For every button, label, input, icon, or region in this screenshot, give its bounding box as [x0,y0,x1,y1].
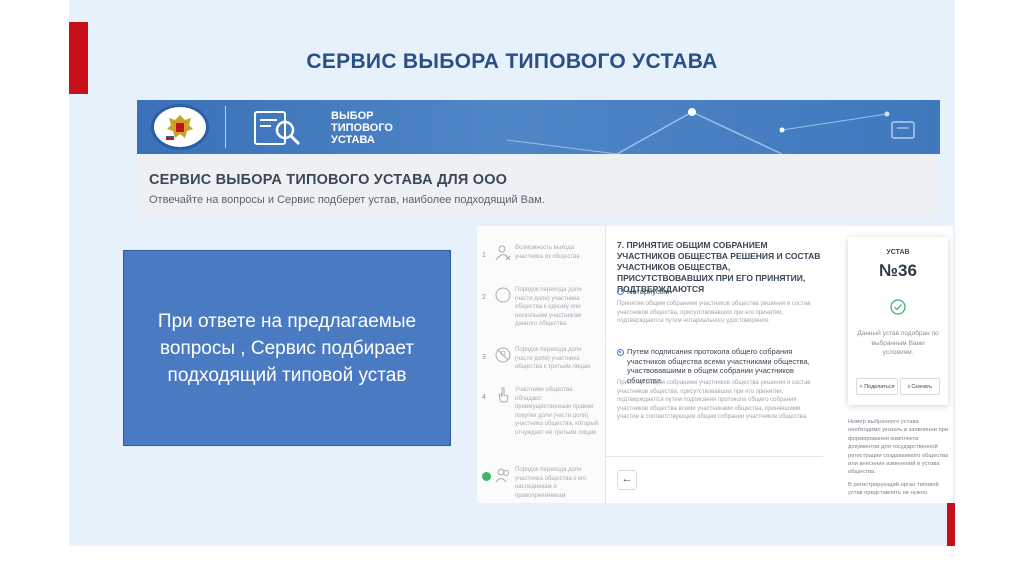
side-note-p1: Номер выбранного устава необходимо указа… [848,419,949,476]
share-button[interactable]: < Поделиться [856,378,898,395]
back-button[interactable]: ← [617,470,637,490]
download-label: Скачать [911,384,933,390]
fns-emblem-logo [151,104,209,150]
step-label: Возможность выхода участника из общества [515,245,580,260]
callout-box: При ответе на предлагаемые вопросы , Сер… [123,250,451,446]
page-subheading: Отвечайте на вопросы и Сервис подберет у… [149,194,545,206]
download-button[interactable]: ⭳ Скачать [900,378,940,395]
step-number: 2 [482,294,486,301]
page-heading: СЕРВИС ВЫБОРА ТИПОВОГО УСТАВА ДЛЯ ООО [149,172,508,188]
step-label: Порядок перехода доли (части доли) участ… [515,347,591,370]
side-note: Номер выбранного устава необходимо указа… [848,418,950,498]
callout-text: При ответе на предлагаемые вопросы , Сер… [157,310,417,386]
step-number: 4 [482,394,486,401]
share-label: Поделиться [864,384,895,390]
side-note-p2: В регистрирующий орган типовой устав пре… [848,481,939,497]
site-banner: ВЫБОР ТИПОВОГО УСТАВА [137,100,940,154]
person-x-icon [495,245,511,261]
slide-title: СЕРВИС ВЫБОРА ТИПОВОГО УСТАВА [306,50,718,73]
option-radio-notary[interactable] [617,288,624,295]
step-number: 3 [482,354,486,361]
circle-icon [495,287,511,303]
person-no-icon [495,347,511,363]
banner-divider [225,106,226,148]
banner-service-name: ВЫБОР ТИПОВОГО УСТАВА [331,110,393,146]
check-circle-icon [890,299,906,315]
questionnaire-screenshot: 1 Возможность выхода участника из общест… [477,226,953,503]
step-label: Участники общества обладают преимуществе… [515,387,599,436]
people-icon [495,468,509,483]
result-number: №36 [879,261,917,280]
option-description: Принятие общим собранием участников обще… [617,301,811,324]
step-label: Порядок перехода доли участника общества… [515,467,587,499]
option-radio-protocol[interactable] [617,349,624,356]
hand-icon [498,387,509,403]
step-label: Порядок перехода доли (части доли) участ… [515,287,582,327]
service-page-screenshot: ВЫБОР ТИПОВОГО УСТАВА СЕРВИС ВЫБОРА ТИПО… [137,100,940,220]
option-label[interactable]: Нотариусом [627,287,817,297]
content-divider [605,456,823,457]
option-description: Принятие общим собранием участников обще… [617,380,811,420]
result-text: Данный устав подобран по выбранным Вами … [857,330,939,356]
step-done-check-icon [482,472,491,481]
banner-network-graphic [506,108,915,154]
result-label: УСТАВ [886,249,910,256]
right-accent-bar [947,503,955,546]
step-number: 1 [482,252,486,259]
document-search-icon [254,111,301,146]
result-card: УСТАВ №36 Данный устав подобран по выбра… [848,237,948,405]
steps-sidebar: 1 Возможность выхода участника из общест… [477,226,606,503]
